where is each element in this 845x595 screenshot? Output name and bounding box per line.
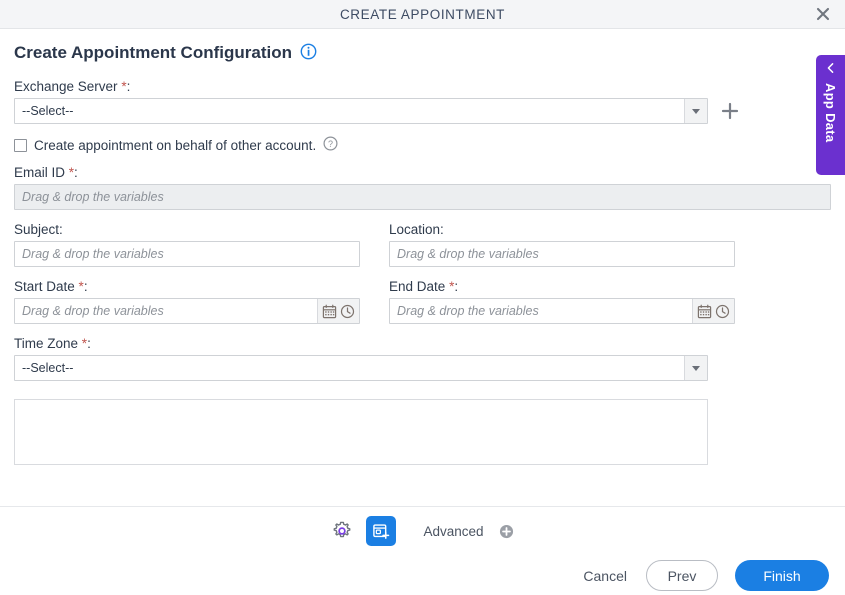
exchange-server-label: Exchange Server *: <box>14 79 831 94</box>
end-date-label: End Date *: <box>389 279 735 294</box>
label-colon: : <box>454 279 459 294</box>
label-colon: : <box>83 279 88 294</box>
end-date-control <box>389 298 735 324</box>
create-appointment-button[interactable] <box>366 516 397 546</box>
start-date-label-text: Start Date <box>14 279 75 294</box>
start-date-control <box>14 298 360 324</box>
email-id-label-text: Email ID <box>14 165 66 180</box>
plus-icon[interactable] <box>720 101 740 121</box>
clock-icon[interactable] <box>715 304 730 319</box>
form-content: Create Appointment Configuration Exchang… <box>0 29 845 465</box>
label-colon: : <box>59 222 63 237</box>
start-date-label: Start Date *: <box>14 279 360 294</box>
subject-input[interactable] <box>14 241 360 267</box>
calendar-plus-icon <box>373 523 390 539</box>
plus-circle-glyph <box>499 524 513 538</box>
location-input[interactable] <box>389 241 735 267</box>
date-row: Start Date *: Drag & drop the variables … <box>14 279 831 324</box>
window-title: CREATE APPOINTMENT <box>339 6 506 22</box>
time-zone-label-text: Time Zone <box>14 336 79 351</box>
on-behalf-label: Create appointment on behalf of other ac… <box>34 137 317 153</box>
gear-glyph <box>334 521 351 538</box>
svg-text:?: ? <box>328 139 333 149</box>
label-colon: : <box>126 79 131 94</box>
chevron-left-icon <box>825 62 837 77</box>
clock-glyph <box>715 304 730 318</box>
end-date-icons <box>692 299 734 323</box>
page-title: Create Appointment Configuration <box>14 43 292 62</box>
question-mark-glyph: ? <box>323 136 338 151</box>
calendar-icon[interactable] <box>322 304 337 319</box>
clock-icon[interactable] <box>340 304 355 319</box>
exchange-server-row: --Select-- <box>14 98 831 124</box>
exchange-server-value: --Select-- <box>22 104 74 118</box>
bottom-toolbar: Advanced <box>0 506 845 555</box>
notes-textarea[interactable] <box>14 399 708 465</box>
time-zone-label: Time Zone *: <box>14 336 831 351</box>
chevron-down-icon[interactable] <box>684 99 707 123</box>
clock-glyph <box>340 304 355 318</box>
page-title-row: Create Appointment Configuration <box>14 43 831 63</box>
exchange-server-select[interactable]: --Select-- <box>14 98 708 124</box>
caret-glyph <box>692 108 700 114</box>
label-colon: : <box>87 336 91 351</box>
subject-label-text: Subject <box>14 222 60 237</box>
start-date-icons <box>317 299 359 323</box>
label-colon: : <box>440 222 444 237</box>
subject-location-row: Subject: Location: <box>14 222 831 267</box>
subject-field: Subject: <box>14 222 360 267</box>
info-icon[interactable] <box>300 43 317 63</box>
close-icon[interactable] <box>811 2 835 26</box>
prev-button[interactable]: Prev <box>646 560 718 591</box>
end-date-input[interactable] <box>390 299 692 323</box>
gear-icon[interactable] <box>331 520 353 542</box>
exchange-server-field: Exchange Server *: --Select-- <box>14 79 831 124</box>
subject-label: Subject: <box>14 222 360 237</box>
question-mark-icon[interactable]: ? <box>323 136 338 154</box>
label-colon: : <box>74 165 78 180</box>
finish-button[interactable]: Finish <box>735 560 829 591</box>
chevron-down-icon[interactable] <box>684 356 707 380</box>
calendar-glyph <box>697 304 712 318</box>
exchange-server-label-text: Exchange Server <box>14 79 118 94</box>
start-date-input[interactable] <box>15 299 317 323</box>
advanced-label: Advanced <box>423 523 484 539</box>
info-glyph <box>300 43 317 60</box>
calendar-icon[interactable] <box>697 304 712 319</box>
caret-glyph <box>692 365 700 371</box>
close-glyph <box>816 7 830 21</box>
email-id-field: Email ID *: <box>14 165 831 210</box>
location-field: Location: <box>389 222 735 267</box>
plus-glyph <box>721 102 739 120</box>
start-date-field: Start Date *: <box>14 279 360 324</box>
window-titlebar: CREATE APPOINTMENT <box>0 0 845 29</box>
location-label: Location: <box>389 222 735 237</box>
time-zone-select[interactable]: --Select-- <box>14 355 708 381</box>
on-behalf-row: Create appointment on behalf of other ac… <box>14 136 831 154</box>
time-zone-value: --Select-- <box>22 361 74 375</box>
end-date-field: End Date *: <box>389 279 735 324</box>
on-behalf-checkbox[interactable] <box>14 138 27 152</box>
email-id-input[interactable] <box>14 184 831 210</box>
app-data-panel-tab[interactable]: App Data <box>816 55 845 175</box>
calendar-glyph <box>322 304 337 318</box>
time-zone-field: Time Zone *: --Select-- <box>14 336 831 381</box>
dialog-actions: Cancel Prev Finish <box>581 560 829 591</box>
chevron-left-glyph <box>827 63 833 73</box>
plus-circle-icon[interactable] <box>499 524 514 539</box>
end-date-label-text: End Date <box>389 279 446 294</box>
app-data-label: App Data <box>823 83 838 143</box>
cancel-button[interactable]: Cancel <box>581 564 629 588</box>
email-id-label: Email ID *: <box>14 165 831 180</box>
location-label-text: Location <box>389 222 441 237</box>
